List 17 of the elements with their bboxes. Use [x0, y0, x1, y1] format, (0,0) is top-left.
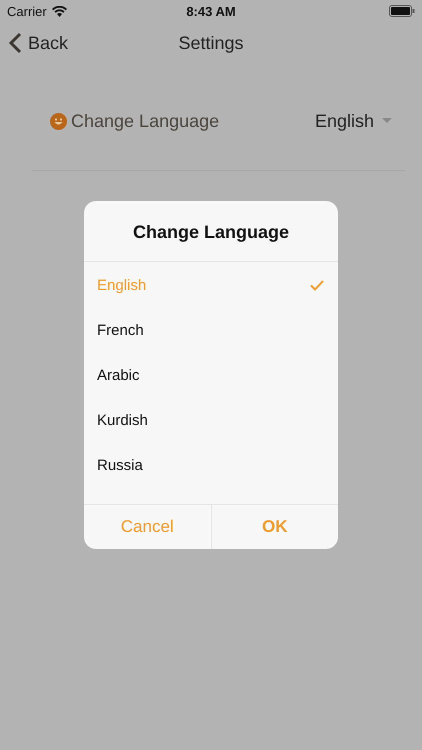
language-option[interactable]: Russia	[84, 443, 338, 488]
wifi-icon	[52, 6, 67, 16]
page-title: Settings	[177, 32, 245, 54]
chevron-left-icon	[9, 32, 22, 54]
back-button[interactable]: Back	[0, 32, 68, 54]
carrier-name: Carrier	[7, 4, 47, 18]
language-option[interactable]: Kurdish	[84, 398, 338, 443]
dialog-title: Change Language	[84, 201, 338, 262]
language-option[interactable]: Arabic	[84, 353, 338, 398]
language-option[interactable]: French	[84, 308, 338, 353]
setting-label: Change Language	[71, 110, 220, 132]
status-time: 8:43 AM	[185, 4, 237, 18]
smiley-icon	[50, 112, 67, 130]
caret-icon	[382, 118, 392, 124]
language-dropdown[interactable]: English	[314, 110, 392, 132]
checkmark-icon	[310, 280, 324, 291]
battery-icon	[389, 5, 415, 17]
